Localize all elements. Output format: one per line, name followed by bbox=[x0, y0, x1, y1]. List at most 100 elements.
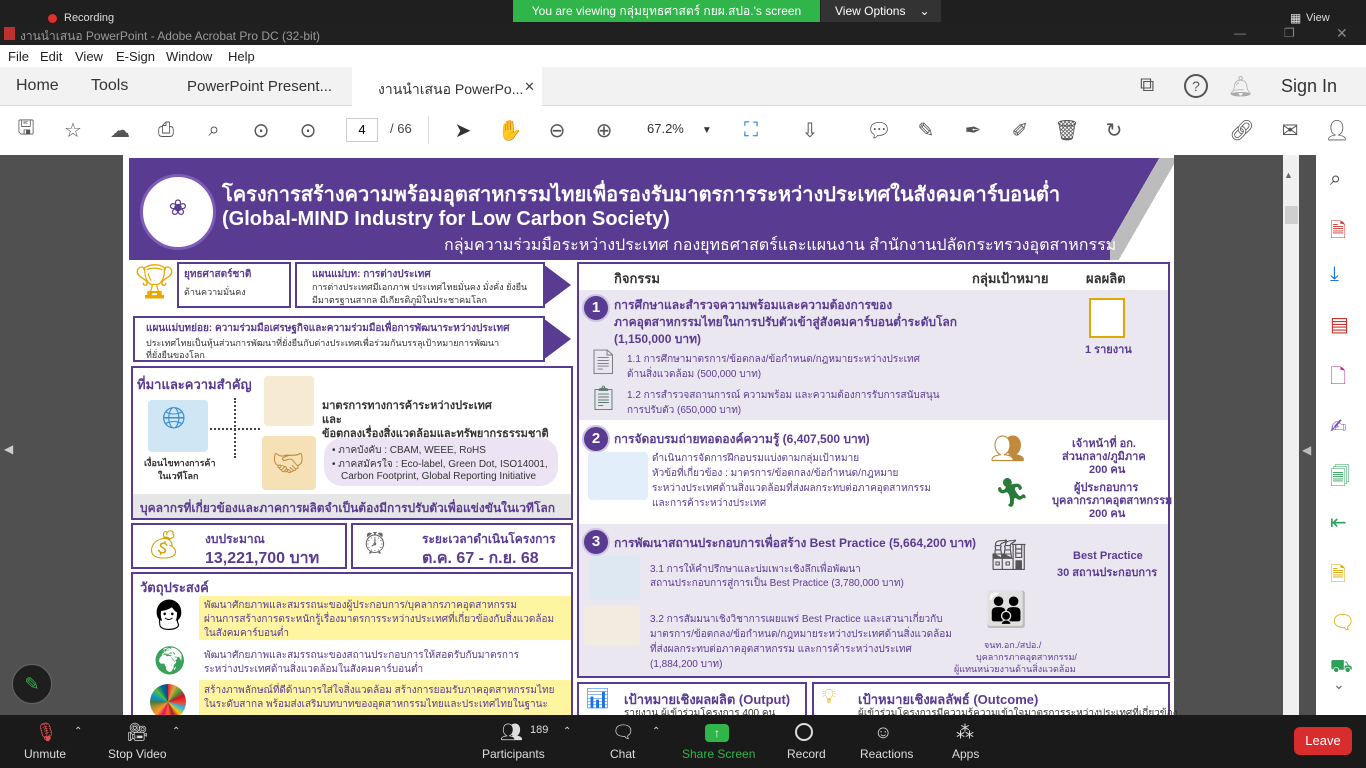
record-button[interactable]: Record bbox=[787, 747, 826, 761]
print-icon[interactable]: ⎙ bbox=[152, 116, 180, 144]
vertical-scrollbar[interactable] bbox=[1283, 155, 1299, 715]
share-screen-icon[interactable]: ↑ bbox=[705, 724, 729, 742]
activity-3-2-line-4: (1,884,200 บาท) bbox=[650, 659, 723, 670]
zoom-out-icon[interactable]: ⊖ bbox=[543, 116, 571, 144]
annotate-pen-icon[interactable]: ✎ bbox=[12, 664, 52, 704]
upload-cloud-icon[interactable]: ☁ bbox=[106, 116, 134, 144]
share-screen-icon[interactable]: ⧉ bbox=[1140, 74, 1154, 97]
recording-icon bbox=[48, 14, 57, 23]
edit-pdf-icon[interactable]: ✐ bbox=[1006, 116, 1034, 144]
page-number-input[interactable]: 4 bbox=[346, 118, 378, 142]
menu-file[interactable]: File bbox=[8, 49, 29, 64]
bell-icon[interactable]: 🔔︎ bbox=[1228, 74, 1253, 99]
unmute-button[interactable]: Unmute bbox=[24, 747, 66, 761]
select-cursor-icon[interactable]: ➤ bbox=[449, 116, 477, 144]
earth-hands-icon: 🌍︎ bbox=[152, 645, 188, 676]
fill-sign-icon[interactable]: ✍ bbox=[1330, 414, 1347, 439]
lightbulb-icon: 💡︎ bbox=[822, 686, 836, 708]
help-icon[interactable]: ? bbox=[1184, 74, 1208, 98]
reactions-icon[interactable]: ☺ bbox=[874, 722, 892, 743]
record-icon[interactable] bbox=[795, 723, 813, 741]
rotate-icon[interactable]: ↻ bbox=[1100, 116, 1128, 144]
close-tab-icon[interactable]: ✕ bbox=[524, 79, 535, 95]
zoom-level-select[interactable]: 67.2% ▼ bbox=[637, 118, 713, 140]
organize-pages-icon[interactable]: ▤ bbox=[1330, 312, 1349, 337]
highlight-pen-icon[interactable]: ✎ bbox=[912, 116, 940, 144]
scroll-up-icon[interactable]: ▲ bbox=[1284, 170, 1293, 180]
chevron-down-icon[interactable]: ⌄ bbox=[1333, 676, 1345, 693]
compress-icon[interactable]: ⇤ bbox=[1330, 510, 1347, 535]
create-pdf-icon[interactable]: 🗎 bbox=[1330, 216, 1346, 250]
export-pdf-icon[interactable]: ⤓ bbox=[1330, 263, 1339, 286]
maximize-icon[interactable]: ❐ bbox=[1284, 26, 1295, 40]
menu-help[interactable]: Help bbox=[228, 49, 255, 64]
budget-value: 13,221,700 บาท bbox=[205, 550, 320, 567]
view-button[interactable]: View bbox=[1306, 12, 1330, 24]
ministry-seal-icon: ❀ bbox=[140, 174, 216, 250]
protect-icon[interactable]: 🗎 bbox=[1330, 560, 1346, 594]
tab-home[interactable]: Home bbox=[16, 77, 59, 95]
stop-video-button[interactable]: Stop Video bbox=[108, 747, 167, 761]
left-pane-toggle-icon[interactable]: ◀ bbox=[4, 442, 13, 456]
link-icon[interactable]: 🔗︎ bbox=[1228, 116, 1256, 144]
header-decor bbox=[1110, 158, 1174, 260]
email-icon[interactable]: ✉ bbox=[1276, 116, 1304, 144]
menu-window[interactable]: Window bbox=[166, 49, 212, 64]
chevron-up-icon[interactable]: ⌃ bbox=[74, 726, 82, 737]
menu-esign[interactable]: E-Sign bbox=[116, 49, 155, 64]
view-options-label: View Options bbox=[835, 4, 906, 18]
page-up-icon[interactable]: ⊙ bbox=[247, 116, 275, 144]
col-output: ผลผลิต bbox=[1086, 271, 1126, 286]
activity-2-line-1: ดำเนินการจัดการฝึกอบรมแบ่งตามกลุ่มเป้าหม… bbox=[652, 453, 860, 464]
close-window-icon[interactable]: ✕ bbox=[1336, 25, 1348, 42]
share-screen-button[interactable]: Share Screen bbox=[682, 747, 755, 761]
activity-3-number: 3 bbox=[582, 528, 610, 556]
apps-button[interactable]: Apps bbox=[952, 747, 979, 761]
reactions-button[interactable]: Reactions bbox=[860, 747, 913, 761]
video-camera-icon[interactable]: 🎥︎ bbox=[126, 722, 149, 743]
apps-icon[interactable]: ⁂ bbox=[956, 722, 974, 743]
tab-tools[interactable]: Tools bbox=[91, 77, 128, 95]
comment-tool-icon[interactable]: 🗨 bbox=[1330, 610, 1355, 635]
save-icon[interactable]: 🖫 bbox=[12, 116, 40, 144]
objective-1-line-3: ในสังคมคาร์บอนต่ำ bbox=[204, 628, 289, 639]
bookmark-star-icon[interactable]: ☆ bbox=[59, 116, 87, 144]
participants-icon[interactable]: 👥︎ bbox=[500, 722, 523, 743]
minimize-icon[interactable]: — bbox=[1234, 26, 1246, 40]
chat-button[interactable]: Chat bbox=[610, 747, 635, 761]
zoom-in-icon[interactable]: ⊕ bbox=[590, 116, 618, 144]
participants-button[interactable]: Participants bbox=[482, 747, 545, 761]
menu-view[interactable]: View bbox=[75, 49, 103, 64]
right-pane-toggle-icon[interactable]: ◀ bbox=[1302, 443, 1311, 457]
doc-title-thai: โครงการสร้างความพร้อมอุตสาหกรรมไทยเพื่อร… bbox=[222, 184, 1061, 206]
send-review-icon[interactable]: 🗐 bbox=[1330, 462, 1350, 496]
chevron-up-icon[interactable]: ⌃ bbox=[172, 726, 180, 737]
search-zoom-icon[interactable]: ⌕ bbox=[1330, 168, 1341, 191]
view-options-button[interactable]: View Options ⌄ bbox=[821, 0, 941, 22]
page-down-icon[interactable]: ⊙ bbox=[294, 116, 322, 144]
scrollbar-thumb[interactable] bbox=[1285, 206, 1298, 224]
search-icon[interactable]: ⌕ bbox=[200, 116, 228, 144]
delete-icon[interactable]: 🗑︎ bbox=[1053, 116, 1081, 144]
coins-icon: 💰︎ bbox=[146, 529, 182, 560]
hand-tool-icon[interactable]: ✋ bbox=[496, 116, 524, 144]
add-user-icon[interactable]: 👤︎ bbox=[1323, 116, 1351, 144]
tab-document-2[interactable]: งานนำเสนอ PowerPo... bbox=[378, 79, 523, 101]
leave-button[interactable]: Leave bbox=[1294, 727, 1352, 755]
scroll-mode-icon[interactable]: ⇩ bbox=[796, 116, 824, 144]
mic-muted-icon[interactable]: 🎙︎ bbox=[34, 722, 58, 743]
chat-icon[interactable]: 🗨︎ bbox=[612, 722, 635, 743]
chevron-up-icon[interactable]: ⌃ bbox=[563, 726, 571, 737]
comment-icon[interactable]: 💬︎ bbox=[865, 116, 893, 144]
tab-document-1[interactable]: PowerPoint Present... bbox=[187, 78, 332, 95]
edit-text-icon[interactable]: 🗋 bbox=[1330, 362, 1346, 396]
toolbar-divider bbox=[428, 116, 429, 144]
sign-in-button[interactable]: Sign In bbox=[1281, 76, 1337, 97]
activity-3-output-line-2: 30 สถานประกอบการ bbox=[1057, 567, 1158, 579]
draw-icon[interactable]: ✒ bbox=[959, 116, 987, 144]
grid-view-icon[interactable]: ▦ bbox=[1290, 11, 1301, 25]
fit-page-icon[interactable]: ⛶ bbox=[737, 116, 765, 144]
menu-edit[interactable]: Edit bbox=[40, 49, 62, 64]
chevron-up-icon[interactable]: ⌃ bbox=[652, 726, 660, 737]
objective-3-line-1: สร้างภาพลักษณ์ที่ดีด้านการใส่ใจสิ่งแวดล้… bbox=[204, 685, 555, 696]
